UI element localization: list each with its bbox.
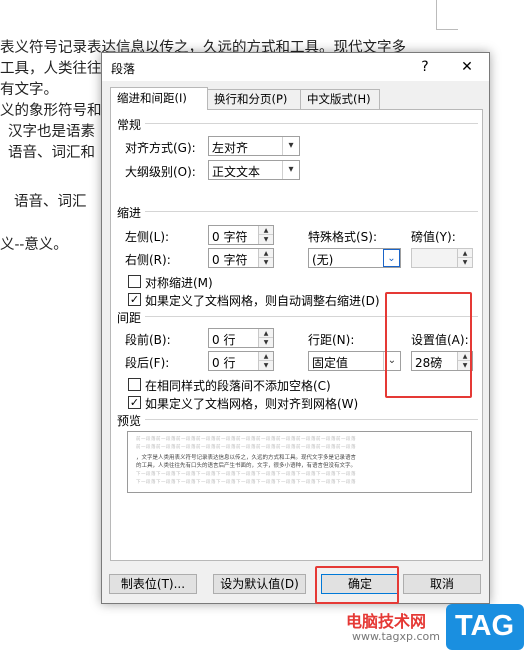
highlight-ok-button	[315, 566, 399, 604]
tab-asian-typography[interactable]: 中文版式(H)	[300, 89, 380, 109]
dialog-title: 段落	[111, 62, 136, 76]
indent-by-spinner[interactable]: ▲ ▼	[411, 248, 473, 268]
space-before-value: 0 行	[212, 333, 236, 347]
cancel-button[interactable]: 取消	[403, 574, 481, 594]
preview-prev-paragraph: 前一段落前一段落前一段落前一段落前一段落前一段落前一段落前一段落前一段落前一段落…	[136, 437, 356, 442]
spin-up-icon[interactable]: ▲	[259, 352, 273, 361]
chevron-down-icon: ▾	[282, 137, 299, 155]
page-corner-mark	[436, 0, 458, 30]
preview-next-paragraph: 下一段落下一段落下一段落下一段落下一段落下一段落下一段落下一段落下一段落下一段落…	[136, 480, 356, 485]
spin-down-icon[interactable]: ▼	[259, 338, 273, 347]
preview-next-paragraph: 下一段落下一段落下一段落下一段落下一段落下一段落下一段落下一段落下一段落下一段落…	[136, 472, 356, 477]
special-indent-select[interactable]: (无) ⌄	[308, 248, 401, 268]
space-before-label: 段前(B):	[125, 333, 171, 347]
special-indent-value: (无)	[312, 253, 334, 267]
preview-text: 的工具，人类往往先有口头的语言后产生书面的，文字，很多小语种，有语言但没有文字。	[136, 463, 357, 469]
left-indent-value: 0 字符	[212, 230, 248, 244]
space-before-spinner[interactable]: 0 行 ▲ ▼	[208, 328, 274, 348]
help-button[interactable]: ?	[410, 55, 440, 79]
outline-level-value: 正文文本	[212, 165, 261, 179]
left-indent-spinner[interactable]: 0 字符 ▲ ▼	[208, 225, 274, 245]
right-indent-value: 0 字符	[212, 253, 248, 267]
doc-text-line: 工具，人类往往	[0, 61, 102, 77]
spin-down-icon[interactable]: ▼	[458, 258, 472, 267]
doc-text-line: 语音、词汇和	[8, 145, 95, 161]
right-indent-spinner[interactable]: 0 字符 ▲ ▼	[208, 248, 274, 268]
alignment-value: 左对齐	[212, 141, 249, 155]
line-spacing-label: 行距(N):	[308, 333, 355, 347]
tab-indents-spacing[interactable]: 缩进和间距(I)	[110, 87, 208, 110]
section-general: 常规	[117, 118, 142, 132]
spin-up-icon[interactable]: ▲	[259, 329, 273, 338]
doc-text-line: 有文字。	[0, 82, 58, 98]
spin-up-icon[interactable]: ▲	[259, 249, 273, 258]
line-spacing-value: 固定值	[312, 356, 349, 370]
no-space-same-style-checkbox[interactable]	[128, 378, 141, 391]
dialog-titlebar[interactable]: 段落 ? ✕	[102, 53, 489, 81]
space-after-value: 0 行	[212, 356, 236, 370]
highlight-spacing-at	[385, 292, 472, 398]
left-indent-label: 左侧(L):	[125, 230, 170, 244]
spin-up-icon[interactable]: ▲	[259, 226, 273, 235]
preview-prev-paragraph: 前一段落前一段落前一段落前一段落前一段落前一段落前一段落前一段落前一段落前一段落…	[136, 445, 356, 450]
alignment-label: 对齐方式(G):	[125, 141, 196, 155]
watermark-url: www.tagxp.com	[352, 630, 440, 643]
preview-text: ，文字是人类用表义符号记录表达信息以传之，久远的方式和工具。现代文字多是记录语言	[136, 455, 357, 461]
special-indent-label: 特殊格式(S):	[308, 230, 378, 244]
indent-by-label: 磅值(Y):	[411, 230, 456, 244]
doc-text-line: 义--意义。	[0, 237, 68, 253]
section-indent: 缩进	[117, 206, 142, 220]
divider	[145, 211, 478, 212]
no-space-same-style-label: 在相同样式的段落间不添加空格(C)	[145, 379, 331, 393]
paragraph-preview: 前一段落前一段落前一段落前一段落前一段落前一段落前一段落前一段落前一段落前一段落…	[127, 431, 472, 493]
auto-right-indent-checkbox[interactable]: ✓	[128, 293, 141, 306]
snap-to-grid-label: 如果定义了文档网格，则对齐到网格(W)	[145, 397, 359, 411]
watermark-tag-logo: TAG	[446, 604, 524, 650]
right-indent-label: 右侧(R):	[125, 253, 171, 267]
auto-right-indent-label: 如果定义了文档网格，则自动调整右缩进(D)	[145, 294, 380, 308]
doc-text-line: 义的象形符号和	[0, 103, 102, 119]
chevron-down-icon: ⌄	[383, 249, 400, 267]
spin-down-icon[interactable]: ▼	[259, 235, 273, 244]
spin-down-icon[interactable]: ▼	[259, 258, 273, 267]
space-after-label: 段后(F):	[125, 356, 170, 370]
alignment-select[interactable]: 左对齐 ▾	[208, 136, 300, 156]
divider	[145, 419, 478, 420]
mirror-indents-checkbox[interactable]	[128, 275, 141, 288]
divider	[145, 123, 478, 124]
chevron-down-icon: ▾	[282, 161, 299, 179]
close-button[interactable]: ✕	[452, 55, 482, 79]
watermark-tag-text: TAG	[455, 610, 515, 642]
section-preview: 预览	[117, 414, 142, 428]
tab-line-page-breaks[interactable]: 换行和分页(P)	[207, 89, 301, 109]
tabs-button[interactable]: 制表位(T)...	[109, 574, 197, 594]
mirror-indents-label: 对称缩进(M)	[145, 276, 213, 290]
snap-to-grid-checkbox[interactable]: ✓	[128, 396, 141, 409]
set-default-button[interactable]: 设为默认值(D)	[213, 574, 306, 594]
doc-text-line: 语音、词汇	[14, 194, 87, 210]
spin-up-icon[interactable]: ▲	[458, 249, 472, 258]
doc-text-line: 汉字也是语素	[8, 124, 95, 140]
space-after-spinner[interactable]: 0 行 ▲ ▼	[208, 351, 274, 371]
outline-level-select[interactable]: 正文文本 ▾	[208, 160, 300, 180]
watermark-site-name: 电脑技术网	[346, 612, 427, 631]
section-spacing: 间距	[117, 311, 142, 325]
spin-down-icon[interactable]: ▼	[259, 361, 273, 370]
outline-level-label: 大纲级别(O):	[125, 165, 196, 179]
